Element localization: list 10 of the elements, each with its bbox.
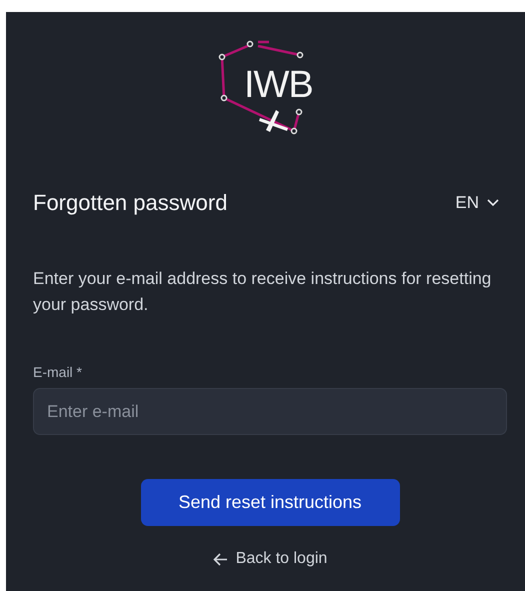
arrow-left-icon [212, 552, 228, 566]
send-reset-button[interactable]: Send reset instructions [140, 479, 400, 526]
logo-text: IWB [244, 64, 313, 107]
page-title: Forgotten password [33, 190, 228, 216]
back-to-login-link[interactable]: Back to login [212, 550, 328, 568]
instructions-text: Enter your e-mail address to receive instructions for resetting your password. [33, 268, 492, 316]
chevron-down-icon [487, 199, 499, 207]
language-selector[interactable]: EN [455, 193, 507, 213]
email-label: E-mail * [33, 364, 84, 380]
email-field[interactable]: Enter e-mail [33, 388, 507, 435]
